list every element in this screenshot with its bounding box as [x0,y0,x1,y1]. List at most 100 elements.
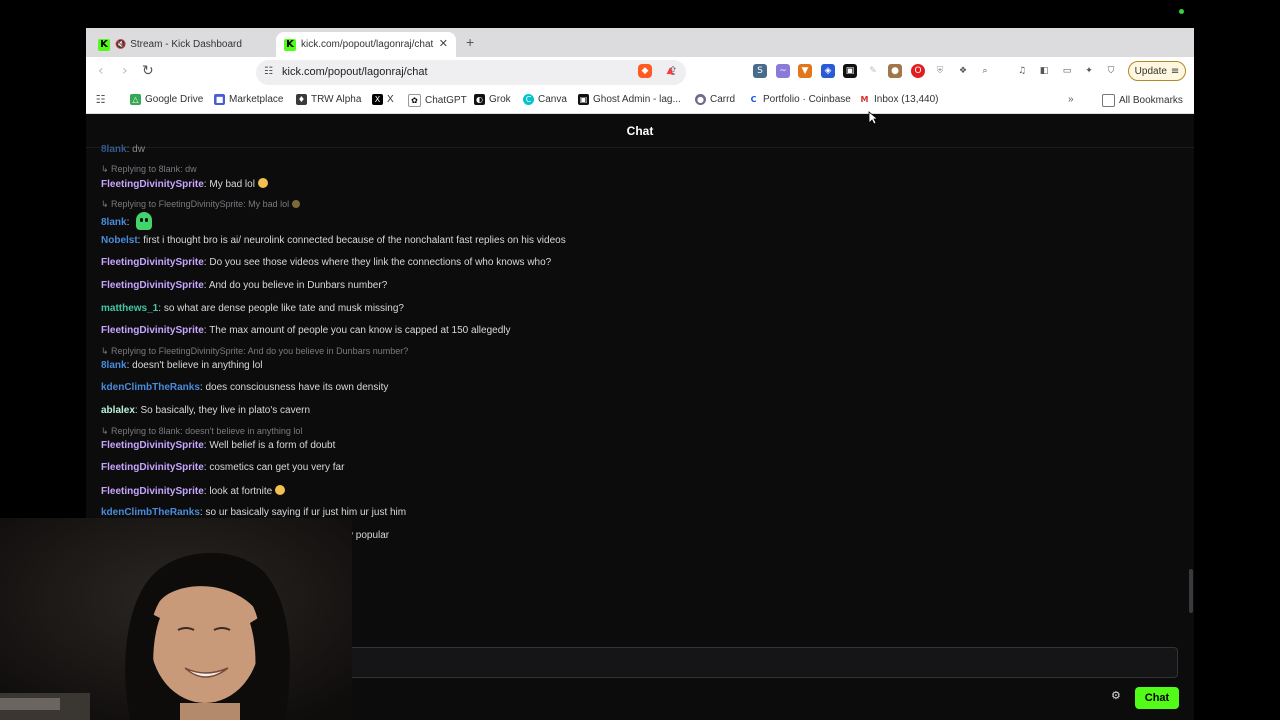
apps-grid-icon[interactable]: ☷ [95,94,110,105]
forward-icon[interactable]: › [122,63,128,79]
tab-kick-dashboard[interactable]: K 🔇 Stream - Kick Dashboard [90,32,276,57]
more-bookmarks-icon[interactable]: » [1068,94,1074,105]
browser-toolbar: ‹ › ↻ ☐ ☷ kick.com/popout/lagonraj/chat … [86,57,1194,88]
chat-message: FleetingDivinitySprite: My bad lol [101,178,268,190]
chat-message: y popular [348,530,389,541]
reload-icon[interactable]: ↻ [142,63,154,79]
chat-text: first i thought bro is ai/ neurolink con… [143,235,566,246]
extension-dark-icon[interactable]: ▣ [843,64,857,78]
back-icon[interactable]: ‹ [98,63,104,79]
site-settings-icon[interactable]: ☷ [264,66,273,77]
kick-icon: K [98,38,110,51]
chat-username[interactable]: Nobelst [101,235,138,246]
vpn-shield-icon[interactable]: ⛉ [1104,64,1118,78]
bookmark-carrd[interactable]: ● Carrd [695,94,735,105]
url-text[interactable]: kick.com/popout/lagonraj/chat [282,66,428,78]
chat-username[interactable]: FleetingDivinitySprite [101,325,204,336]
wallet-icon[interactable]: ▭ [1060,64,1074,78]
chatgpt-icon: ✿ [408,94,421,107]
bookmark-trw-alpha[interactable]: ♦ TRW Alpha [296,94,361,105]
chat-message-cutoff: 8lank: dw [101,144,145,155]
chat-username[interactable]: FleetingDivinitySprite [101,280,204,291]
chat-header: Chat [86,114,1194,148]
new-tab-icon[interactable]: + [466,34,474,50]
chat-username[interactable]: FleetingDivinitySprite [101,257,204,268]
sidebar-icon[interactable]: ◧ [1037,64,1051,78]
opera-icon[interactable]: O [911,64,925,78]
kick-icon: K [284,38,296,51]
leo-ai-icon[interactable]: ✦ [1082,64,1096,78]
chat-username[interactable]: kdenClimbTheRanks [101,507,200,518]
gear-icon[interactable]: ⚙ [1111,689,1121,702]
chat-username[interactable]: FleetingDivinitySprite [101,462,204,473]
music-icon[interactable]: ♫ [1015,64,1029,78]
chat-username[interactable]: kdenClimbTheRanks [101,382,200,393]
update-button[interactable]: Update ≡ [1128,61,1186,81]
close-icon[interactable]: ✕ [439,37,448,50]
extension-feather-icon[interactable]: ~ [776,64,790,78]
chat-text: y popular [348,530,390,541]
chat-text: Well belief is a form of doubt [209,440,336,451]
brave-rewards-icon[interactable]: ▲ [663,64,677,78]
recording-indicator [1179,9,1184,14]
webcam-overlay [0,518,352,720]
chat-scrollbar[interactable] [1189,569,1193,613]
bookmark-coinbase[interactable]: C Portfolio · Coinbase [748,94,851,105]
chat-message: 8lank: [101,212,153,230]
chat-username[interactable]: 8lank [101,360,127,371]
bookmark-chatgpt[interactable]: ✿ ChatGPT [408,94,467,107]
chat-username[interactable]: FleetingDivinitySprite [101,486,204,497]
gmail-icon: M [860,95,869,104]
chat-username[interactable]: 8lank [101,217,127,228]
chat-message: 8lank: doesn't believe in anything lol [101,360,263,371]
laughing-emoji-icon [291,200,300,208]
chat-message: matthews_1: so what are dense people lik… [101,303,404,314]
folder-icon [1102,94,1115,107]
shield-icon[interactable]: ⛨ [933,64,947,78]
chat-text: so ur basically saying if ur just him ur… [205,507,407,518]
canva-icon: C [523,94,534,105]
bookmark-inbox[interactable]: M Inbox (13,440) [859,94,939,105]
menu-icon: ≡ [1170,65,1180,77]
reply-context: ↳ Replying to FleetingDivinitySprite: An… [101,346,409,356]
laughing-emoji-icon [274,485,285,495]
tab-kick-chat[interactable]: K kick.com/popout/lagonraj/chat ✕ [276,32,456,57]
chat-username[interactable]: ablalex [101,405,135,416]
extension-avatar-icon[interactable]: ● [888,64,902,78]
chat-text: does consciousness have its own density [205,382,389,393]
grok-icon: ◐ [474,94,485,105]
bookmark-marketplace[interactable]: ■ Marketplace [214,94,283,105]
bookmark-ghost-admin[interactable]: ▣ Ghost Admin - lag... [578,94,681,105]
bookmark-grok[interactable]: ◐ Grok [474,94,511,105]
chat-message: FleetingDivinitySprite: look at fortnite [101,485,285,497]
brave-shield-icon[interactable]: ◆ [638,64,652,78]
reply-context: ↳ Replying to FleetingDivinitySprite: My… [101,199,300,210]
chat-message: ablalex: So basically, they live in plat… [101,405,311,416]
all-bookmarks[interactable]: All Bookmarks [1102,94,1183,107]
bookmark-google-drive[interactable]: △ Google Drive [130,94,203,105]
chat-username[interactable]: FleetingDivinitySprite [101,440,204,451]
bookmark-canva[interactable]: C Canva [523,94,567,105]
tab-bar: K 🔇 Stream - Kick Dashboard K kick.com/p… [86,28,1194,57]
chat-message: FleetingDivinitySprite: Well belief is a… [101,440,336,451]
chat-username[interactable]: FleetingDivinitySprite [101,179,204,190]
extension-wave-icon[interactable]: ◈ [821,64,835,78]
coinbase-icon: C [750,95,757,104]
bookmarks-bar: ☷ △ Google Drive ■ Marketplace ♦ TRW Alpha … [86,88,1194,114]
bookmark-x[interactable]: XX [372,94,394,105]
send-chat-button[interactable]: Chat [1135,687,1179,709]
x-icon: X [372,94,383,105]
chat-message: FleetingDivinitySprite: The max amount o… [101,325,511,336]
chat-text: My bad lol [209,179,258,190]
chat-text: Do you see those videos where they link … [209,257,552,268]
muted-icon[interactable]: 🔇 [115,39,126,50]
search-tab-icon[interactable]: ⌕ [978,64,992,78]
chat-username[interactable]: matthews_1 [101,303,158,314]
extensions-puzzle-icon[interactable]: ❖ [956,64,970,78]
pencil-icon[interactable]: ✎ [866,64,880,78]
metamask-icon[interactable]: ▼ [798,64,812,78]
laughing-emoji-icon [257,178,268,188]
address-bar[interactable]: ☷ kick.com/popout/lagonraj/chat ⇪ [256,60,686,85]
chat-text: And do you believe in Dunbars number? [208,280,388,291]
extension-screenshot-icon[interactable]: S [753,64,767,78]
